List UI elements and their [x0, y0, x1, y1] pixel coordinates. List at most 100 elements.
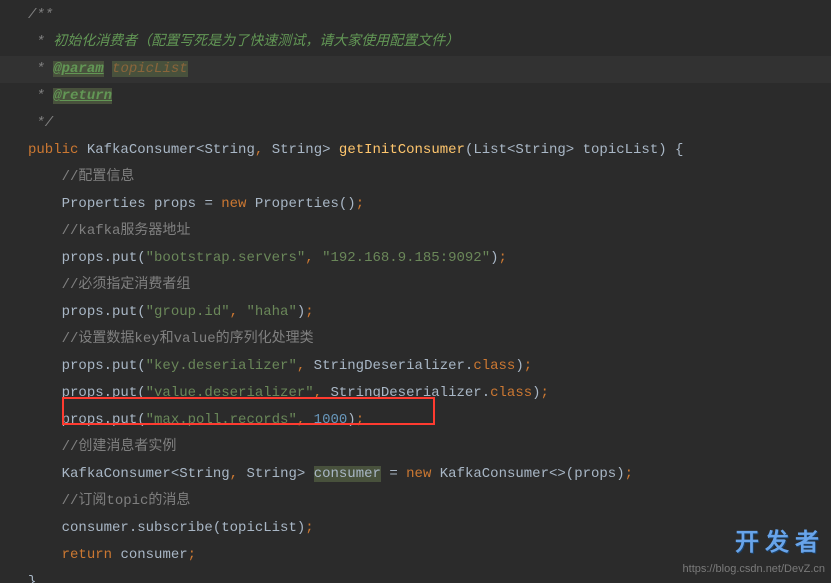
space	[246, 196, 254, 212]
comment: //kafka服务器地址	[62, 223, 191, 239]
space	[331, 142, 339, 158]
code-line: Properties props = new Properties();	[0, 191, 831, 218]
code: props.put(	[62, 385, 146, 401]
code: StringDeserializer.	[330, 385, 490, 401]
angle: >	[566, 142, 574, 158]
string: "bootstrap.servers"	[146, 250, 306, 266]
variable: consumer	[120, 547, 187, 563]
semi: ;	[356, 196, 364, 212]
code-line: props.put("value.deserializer", StringDe…	[0, 380, 831, 407]
number: 1000	[314, 412, 348, 428]
string: "value.deserializer"	[146, 385, 314, 401]
keyword-public: public	[28, 142, 78, 158]
semi: ;	[305, 520, 313, 536]
code-line: }	[0, 569, 831, 583]
comment: //创建消息者实例	[62, 439, 177, 455]
paren: )	[515, 358, 523, 374]
space	[431, 466, 439, 482]
semi: ;	[625, 466, 633, 482]
paren: )	[658, 142, 666, 158]
comma: ,	[297, 412, 305, 428]
paren: )	[532, 385, 540, 401]
space	[305, 358, 313, 374]
code: props.put(	[62, 412, 146, 428]
code-line: KafkaConsumer<String, String> consumer =…	[0, 461, 831, 488]
code: KafkaConsumer	[62, 466, 171, 482]
space	[667, 142, 675, 158]
code: consumer.subscribe(topicList)	[62, 520, 306, 536]
code: StringDeserializer.	[314, 358, 474, 374]
code-line: props.put("key.deserializer", StringDese…	[0, 353, 831, 380]
keyword-return: return	[62, 547, 112, 563]
code-line: * 初始化消费者（配置写死是为了快速测试，请大家使用配置文件）	[0, 29, 831, 56]
doc-star: *	[28, 34, 53, 50]
keyword-class: class	[473, 358, 515, 374]
code-line: //设置数据key和value的序列化处理类	[0, 326, 831, 353]
space	[305, 466, 313, 482]
code: Properties()	[255, 196, 356, 212]
space	[263, 142, 271, 158]
doc-text: 初始化消费者（配置写死是为了快速测试，请大家使用配置文件）	[53, 34, 459, 50]
semi: ;	[524, 358, 532, 374]
doc-close: */	[28, 115, 53, 131]
code-line: props.put("group.id", "haha");	[0, 299, 831, 326]
code-line: consumer.subscribe(topicList);	[0, 515, 831, 542]
code-line-current: * @param topicList	[0, 56, 831, 83]
type: String	[246, 466, 296, 482]
space	[78, 142, 86, 158]
doc-star: *	[28, 88, 53, 104]
code-line: //配置信息	[0, 164, 831, 191]
paren: )	[490, 250, 498, 266]
type: String	[204, 142, 254, 158]
comma: ,	[230, 304, 238, 320]
string: "group.id"	[146, 304, 230, 320]
doc-param-name: topicList	[112, 61, 188, 77]
code-line: props.put("max.poll.records", 1000);	[0, 407, 831, 434]
space	[305, 412, 313, 428]
angle: >	[322, 142, 330, 158]
eq: =	[389, 466, 397, 482]
space	[104, 61, 112, 77]
code-line: //必须指定消费者组	[0, 272, 831, 299]
comma: ,	[305, 250, 313, 266]
code-line: /**	[0, 2, 831, 29]
string: "haha"	[246, 304, 296, 320]
comment: //配置信息	[62, 169, 135, 185]
semi: ;	[305, 304, 313, 320]
comment: //设置数据key和value的序列化处理类	[62, 331, 314, 347]
space	[574, 142, 582, 158]
code: props.put(	[62, 250, 146, 266]
string: "192.168.9.185:9092"	[322, 250, 490, 266]
angle: <	[171, 466, 179, 482]
code-line: return consumer;	[0, 542, 831, 569]
brace-close: }	[28, 574, 36, 583]
space	[398, 466, 406, 482]
semi: ;	[499, 250, 507, 266]
code: Properties props	[62, 196, 205, 212]
doc-open: /**	[28, 7, 53, 23]
code-editor[interactable]: /** * 初始化消费者（配置写死是为了快速测试，请大家使用配置文件） * @p…	[0, 0, 831, 583]
code-line: //订阅topic的消息	[0, 488, 831, 515]
comma: ,	[297, 358, 305, 374]
code-line: * @return	[0, 83, 831, 110]
code: props.put(	[62, 358, 146, 374]
type: KafkaConsumer	[87, 142, 196, 158]
string: "max.poll.records"	[146, 412, 297, 428]
code-line: public KafkaConsumer<String, String> get…	[0, 137, 831, 164]
space	[314, 250, 322, 266]
param-name: topicList	[583, 142, 659, 158]
doc-tag-param: @param	[53, 61, 103, 77]
eq: =	[204, 196, 212, 212]
paren: )	[347, 412, 355, 428]
code: props.put(	[62, 304, 146, 320]
keyword-new: new	[406, 466, 431, 482]
keyword-class: class	[490, 385, 532, 401]
comma: ,	[314, 385, 322, 401]
type: String	[179, 466, 229, 482]
string: "key.deserializer"	[146, 358, 297, 374]
code: KafkaConsumer<>(props)	[440, 466, 625, 482]
space	[213, 196, 221, 212]
comment: //订阅topic的消息	[62, 493, 191, 509]
code-line: props.put("bootstrap.servers", "192.168.…	[0, 245, 831, 272]
semi: ;	[356, 412, 364, 428]
